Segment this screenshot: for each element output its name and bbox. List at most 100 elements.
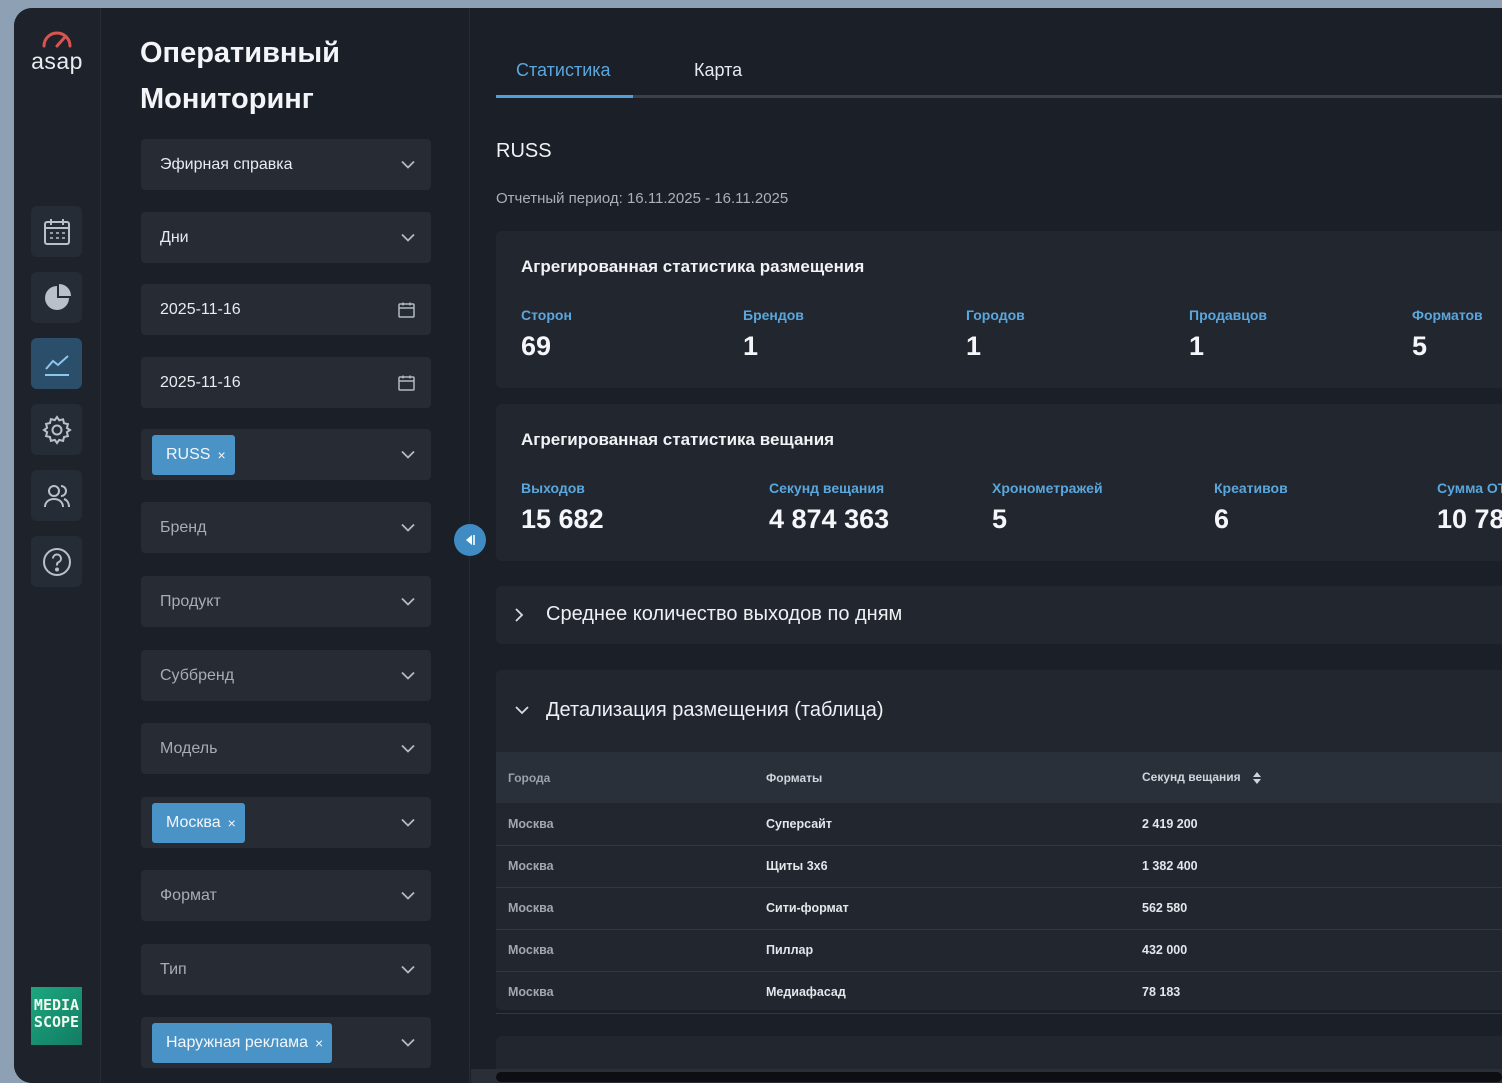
main-content: Статистика Карта RUSS Отчетный период: 1… [471,8,1502,1083]
users-icon [43,484,70,507]
media-type-select[interactable]: Наружная реклама × [141,1017,431,1068]
column-header-seconds[interactable]: Секунд вещания [1130,752,1502,803]
scrollbar-thumb[interactable] [496,1072,1502,1082]
mediascope-logo-line1: MEDIA [33,996,80,1014]
chevron-down-icon [401,965,415,974]
calendar-icon [43,218,70,245]
pie-chart-nav-button[interactable] [31,272,82,323]
brand-placeholder: Бренд [160,518,207,536]
broadcast-stats-title: Агрегированная статистика вещания [521,430,835,449]
stat-value: 15 682 [521,504,604,534]
stat-value: 5 [1412,331,1428,361]
sort-icon[interactable] [1252,771,1262,785]
stat-outputs: Выходов 15 682 [521,480,604,535]
table-row: Москва Сити-формат 562 580 [496,887,1502,930]
cell-city: Москва [496,845,754,888]
brand-select[interactable]: Бренд [141,502,431,553]
chevron-down-icon [401,671,415,680]
remove-tag-icon[interactable]: × [228,815,236,831]
city-tag-label: Москва [166,814,221,831]
collapse-panel-button[interactable] [454,524,486,556]
avg-outputs-accordion[interactable]: Среднее количество выходов по дням [496,586,1502,644]
format-select[interactable]: Формат [141,870,431,921]
client-select[interactable]: RUSS × [141,429,431,480]
cell-city: Москва [496,929,754,972]
report-type-select[interactable]: Эфирная справка [141,139,431,190]
remove-tag-icon[interactable]: × [315,1035,323,1051]
city-select[interactable]: Москва × [141,797,431,848]
chevron-down-icon [401,523,415,532]
chevron-down-icon [401,597,415,606]
cell-format: Суперсайт [754,803,1130,846]
client-tag: RUSS × [152,435,235,475]
cell-city: Москва [496,887,754,930]
stat-cities: Городов 1 [966,307,1025,362]
calendar-nav-button[interactable] [31,206,82,257]
product-placeholder: Продукт [160,592,221,610]
granularity-select[interactable]: Дни [141,212,431,263]
date-to-input[interactable]: 2025-11-16 [141,357,431,408]
help-nav-button[interactable] [31,536,82,587]
stat-value: 1 [743,331,759,361]
calendar-icon[interactable] [398,374,415,391]
product-select[interactable]: Продукт [141,576,431,627]
gear-icon [41,414,72,445]
stat-value: 69 [521,331,552,361]
chevron-down-icon [401,744,415,753]
speedometer-icon [42,31,72,48]
stat-label: Форматов [1412,307,1483,323]
stat-value: 1 [966,331,982,361]
app-window: asap MEDIA SCOPE Оперативный Мониторинг … [14,8,1502,1083]
stat-durations: Хронометражей 5 [992,480,1103,535]
media-type-tag-label: Наружная реклама [166,1034,309,1051]
stat-label: Сумма OT [1437,480,1502,496]
detail-title[interactable]: Детализация размещения (таблица) [546,699,884,722]
line-chart-nav-button[interactable] [31,338,82,389]
chevron-down-icon [401,1038,415,1047]
stat-sides: Сторон 69 [521,307,572,362]
cell-seconds: 2 419 200 [1130,803,1502,846]
chevron-right-icon [515,608,524,622]
stat-value: 5 [992,504,1008,534]
settings-nav-button[interactable] [31,404,82,455]
stat-label: Городов [966,307,1025,323]
type-placeholder: Тип [160,960,187,978]
report-type-value: Эфирная справка [160,155,293,173]
stat-value: 10 78 [1437,504,1502,534]
chevron-down-icon [401,233,415,242]
stat-ots-sum: Сумма OT 10 78 [1437,480,1502,535]
calendar-icon[interactable] [398,301,415,318]
page-title: Оперативный Мониторинг [140,37,341,115]
logo-text: asap [31,48,83,74]
broadcast-stats-card: Агрегированная статистика вещания Выходо… [496,404,1502,561]
chevron-down-icon [401,818,415,827]
placement-stats-title: Агрегированная статистика размещения [521,257,865,276]
stat-sellers: Продавцов 1 [1189,307,1267,362]
subbrand-select[interactable]: Суббренд [141,650,431,701]
cell-format: Щиты 3х6 [754,845,1130,888]
chevron-down-icon [401,450,415,459]
cell-format: Медиафасад [754,971,1130,1014]
table-row: Москва Щиты 3х6 1 382 400 [496,845,1502,888]
remove-tag-icon[interactable]: × [217,447,225,463]
chevron-down-icon [401,891,415,900]
report-period: Отчетный период: 16.11.2025 - 16.11.2025 [496,190,789,207]
detail-table: Города Форматы Секунд вещания Москва Суп… [496,752,1502,1014]
stat-label: Продавцов [1189,307,1268,323]
tab-statistics[interactable]: Статистика [516,60,611,81]
users-nav-button[interactable] [31,470,82,521]
table-header-row: Города Форматы Секунд вещания [496,752,1502,803]
stat-label: Брендов [743,307,804,323]
column-header-formats: Форматы [754,752,1130,803]
date-from-input[interactable]: 2025-11-16 [141,284,431,335]
chevron-down-icon[interactable] [515,706,529,715]
model-select[interactable]: Модель [141,723,431,774]
type-select[interactable]: Тип [141,944,431,995]
placement-stats-card: Агрегированная статистика размещения Сто… [496,231,1502,388]
stat-brands: Брендов 1 [743,307,804,362]
column-header-seconds-label: Секунд вещания [1142,770,1241,785]
asap-logo[interactable]: asap [24,26,90,75]
media-type-tag: Наружная реклама × [152,1023,333,1063]
tab-map[interactable]: Карта [694,60,742,81]
detail-accordion: Детализация размещения (таблица) Города … [496,670,1502,1014]
